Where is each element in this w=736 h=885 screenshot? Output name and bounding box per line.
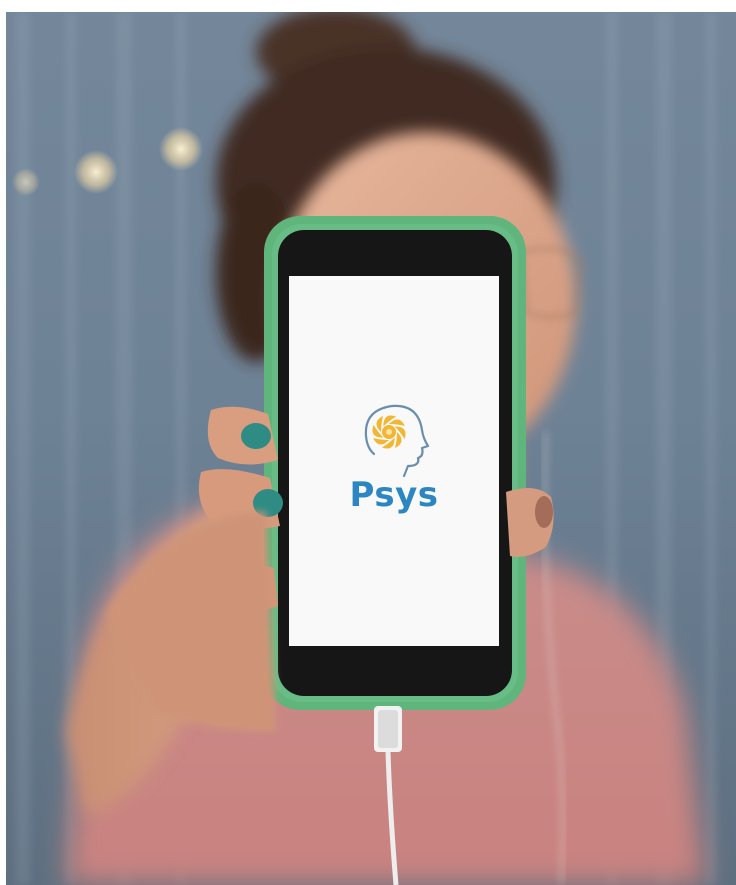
- phone-screen: Psys: [289, 276, 499, 646]
- thumb: [506, 488, 554, 557]
- bokeh-lights: [12, 127, 203, 196]
- app-name: Psys: [349, 475, 439, 515]
- brain-head-icon: [364, 404, 430, 478]
- photo-frame: Psys: [6, 12, 736, 885]
